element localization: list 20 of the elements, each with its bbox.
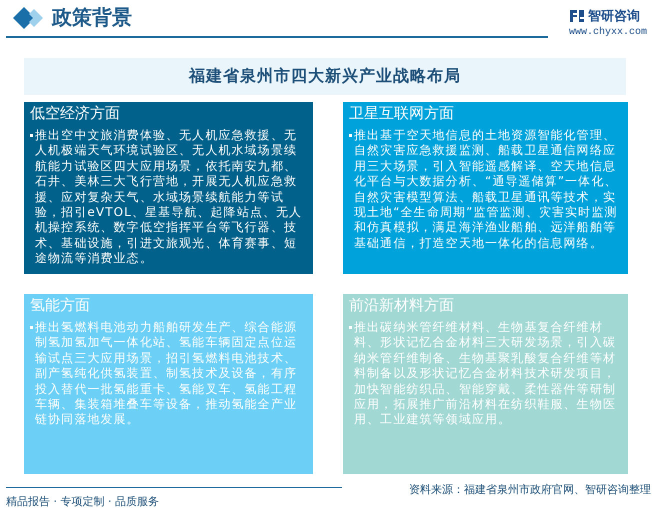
card-text: 推出氢燃料电池动力船舶研发生产、综合能源制氢加氢加气一体化站、氢能车辆固定点位运输试点三大应用场景，招引氢燃料电池技术、副产氢纯化供氢装置、制氢技术及设备，有序投入替代一批氢能重卡、氢能叉车、氢能工程车辆、集装箱堆叠车等设备，推动氢能全产业链协同落地发展。 xyxy=(35,320,298,428)
website-url: www.chyxx.com xyxy=(568,27,647,38)
diamond-icon xyxy=(12,6,46,30)
card-title: 卫星互联网方面 xyxy=(349,104,455,122)
chart-title: 福建省泉州市四大新兴产业战略布局 xyxy=(189,66,461,87)
bullet-icon xyxy=(349,326,352,329)
brand-name: 智研咨询 xyxy=(588,8,640,25)
section-title: 政策背景 xyxy=(52,4,132,31)
bullet-icon xyxy=(30,134,33,137)
card-title: 前沿新材料方面 xyxy=(349,296,455,314)
card-title: 低空经济方面 xyxy=(30,104,121,122)
logo-icon xyxy=(568,8,585,24)
card-title: 氢能方面 xyxy=(30,296,91,314)
card-text: 推出碳纳米管纤维材料、生物基复合纤维材料、形状记忆合金材料三大研发场景，引入碳纳米管纤维制备、生物基聚乳酸复合纤维等材料制备以及形状记忆合金材料技术研发项目，加快智能纺织品、智能穿戴、柔性器件等研制应用，拓展推广前沿材料在纺织鞋服、生物医用、工业建筑等领域应用。 xyxy=(354,320,617,428)
slogan-text: 精品报告 · 专项定制 · 品质服务 xyxy=(6,494,160,509)
bullet-icon xyxy=(349,134,352,137)
source-note: 资料来源：福建省泉州市政府官网、智研咨询整理 xyxy=(409,482,651,497)
card-text: 推出基于空天地信息的土地资源智能化管理、自然灾害应急救援监测、船载卫星通信网络应用三大场景，引入智能遥感解译、空天地信息化平台与大数据分析、“通导遥储算”一体化、自然灾害模型算法、船载卫星通讯等技术，实现土地“全生命周期”监管监测、灾害实时监测和仿真模拟，满足海洋渔业船舶、远洋船舶等基础通信，打造空天地一体化的信息网络。 xyxy=(354,128,619,252)
bullet-icon xyxy=(30,326,33,329)
card-text: 推出空中文旅消费体验、无人机应急救援、无人机极端天气环境试验区、无人机水域场景续航能力试验区四大应用场景，依托南安九都、石井、美林三大飞行营地，开展无人机应急救援、应对复杂天气、水域场景续航能力等试验，招引eVTOL、星基导航、起降站点、无人机操控系统、数字低空指挥平台等飞行器、技术、基础设施，引进文旅观光、体育赛事、短途物流等消费业态。 xyxy=(35,128,304,267)
